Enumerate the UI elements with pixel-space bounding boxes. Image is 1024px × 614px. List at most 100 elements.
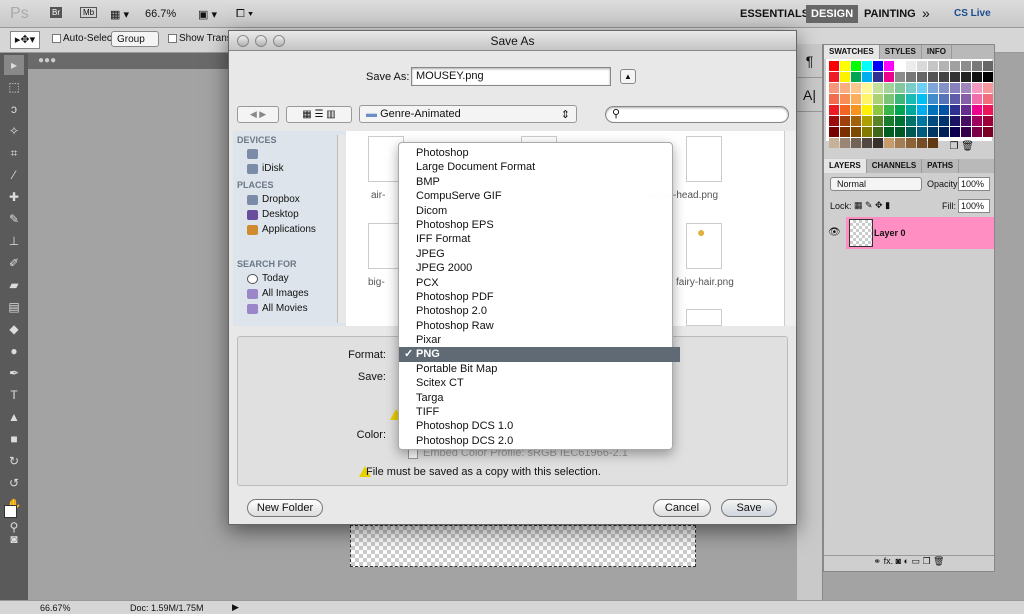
minimize-button[interactable] xyxy=(255,35,267,47)
color-swatch[interactable] xyxy=(829,138,839,148)
auto-select-checkbox[interactable] xyxy=(52,34,61,43)
color-swatch[interactable] xyxy=(873,94,883,104)
color-swatch[interactable] xyxy=(906,105,916,115)
color-swatch[interactable] xyxy=(873,127,883,137)
color-swatch[interactable] xyxy=(917,94,927,104)
color-swatch[interactable] xyxy=(884,94,894,104)
color-swatch[interactable] xyxy=(873,72,883,82)
more-workspaces-button[interactable]: » xyxy=(922,5,930,21)
color-swatch[interactable] xyxy=(961,116,971,126)
color-swatch[interactable] xyxy=(829,127,839,137)
visibility-eye-icon[interactable]: 👁 xyxy=(828,227,841,238)
file-name[interactable]: air- xyxy=(371,190,385,201)
color-swatch[interactable] xyxy=(950,127,960,137)
color-swatch[interactable] xyxy=(862,94,872,104)
color-swatch[interactable] xyxy=(906,83,916,93)
sidebar-item-desktop[interactable]: Desktop xyxy=(233,207,346,222)
path-select-tool-icon[interactable]: ▲ xyxy=(4,407,24,427)
fill-input[interactable]: 100% xyxy=(958,199,990,213)
format-option-photoshop-pdf[interactable]: Photoshop PDF xyxy=(399,290,672,304)
document-canvas[interactable] xyxy=(350,525,696,567)
format-option-portable-bit-map[interactable]: Portable Bit Map xyxy=(399,362,672,376)
3d-rotate-tool-icon[interactable]: ↻ xyxy=(4,451,24,471)
workspace-painting[interactable]: PAINTING xyxy=(864,8,916,20)
lock-icons[interactable]: ▦ ✎ ✥ ▮ xyxy=(854,200,890,211)
color-swatch[interactable] xyxy=(840,127,850,137)
color-swatch[interactable] xyxy=(851,83,861,93)
crop-tool-icon[interactable]: ⌗ xyxy=(4,143,24,163)
format-option-photoshop-raw[interactable]: Photoshop Raw xyxy=(399,319,672,333)
format-option-compuserve-gif[interactable]: CompuServe GIF xyxy=(399,189,672,203)
color-swatch[interactable] xyxy=(939,127,949,137)
view-mode-buttons[interactable]: ▦ ☰ ▥ xyxy=(286,106,352,123)
mini-bridge-button[interactable]: Mb xyxy=(80,7,98,18)
color-swatch[interactable] xyxy=(829,116,839,126)
file-name[interactable]: fairy-hair.png xyxy=(676,277,734,288)
color-swatch[interactable] xyxy=(873,83,883,93)
new-folder-button[interactable]: New Folder xyxy=(247,499,323,517)
color-swatch[interactable] xyxy=(895,105,905,115)
color-swatch[interactable] xyxy=(939,94,949,104)
search-field[interactable]: ⚲ xyxy=(605,106,789,123)
color-swatch[interactable] xyxy=(950,94,960,104)
color-swatch[interactable] xyxy=(862,83,872,93)
cancel-button[interactable]: Cancel xyxy=(653,499,711,517)
tab-layers[interactable]: LAYERS xyxy=(824,159,867,173)
sidebar-item-idisk[interactable]: iDisk xyxy=(233,161,346,176)
color-swatch[interactable] xyxy=(884,72,894,82)
color-swatch[interactable] xyxy=(961,83,971,93)
healing-brush-tool-icon[interactable]: ✚ xyxy=(4,187,24,207)
color-swatch[interactable] xyxy=(840,94,850,104)
sidebar-item-applications[interactable]: Applications xyxy=(233,222,346,237)
file-thumbnail[interactable] xyxy=(686,309,722,326)
layers-panel-actions[interactable]: ⚭ fx. ◙ ◐ ▭ ❐ 🗑 xyxy=(824,555,994,571)
color-swatch[interactable] xyxy=(917,61,927,71)
shape-tool-icon[interactable]: ■ xyxy=(4,429,24,449)
color-swatch[interactable] xyxy=(917,105,927,115)
color-swatch[interactable] xyxy=(829,105,839,115)
color-swatch[interactable] xyxy=(972,83,982,93)
tab-paths[interactable]: PATHS xyxy=(922,159,960,173)
color-swatch[interactable] xyxy=(950,83,960,93)
3d-orbit-tool-icon[interactable]: ↺ xyxy=(4,473,24,493)
color-swatch[interactable] xyxy=(873,105,883,115)
sidebar-item-dropbox[interactable]: Dropbox xyxy=(233,192,346,207)
color-swatch[interactable] xyxy=(906,94,916,104)
color-swatch[interactable] xyxy=(862,72,872,82)
color-swatch[interactable] xyxy=(840,83,850,93)
format-option-pcx[interactable]: PCX xyxy=(399,276,672,290)
pen-tool-icon[interactable]: ✒ xyxy=(4,363,24,383)
format-option-jpeg-2000[interactable]: JPEG 2000 xyxy=(399,261,672,275)
color-swatch[interactable] xyxy=(906,138,916,148)
show-transform-checkbox[interactable] xyxy=(168,34,177,43)
embed-color-profile-checkbox[interactable] xyxy=(408,449,418,459)
color-swatch[interactable] xyxy=(829,83,839,93)
color-swatch[interactable] xyxy=(884,138,894,148)
format-option-png[interactable]: ✓ PNG xyxy=(399,347,680,362)
zoom-button[interactable] xyxy=(273,35,285,47)
color-swatch[interactable] xyxy=(928,72,938,82)
color-swatch[interactable] xyxy=(917,127,927,137)
color-swatch[interactable] xyxy=(928,138,938,148)
color-swatch[interactable] xyxy=(895,138,905,148)
color-swatch[interactable] xyxy=(851,138,861,148)
color-swatch[interactable] xyxy=(928,116,938,126)
color-swatch[interactable] xyxy=(961,72,971,82)
blend-mode-dropdown[interactable]: Normal xyxy=(830,177,922,191)
color-swatch[interactable] xyxy=(972,127,982,137)
color-swatch[interactable] xyxy=(884,83,894,93)
color-swatch[interactable] xyxy=(862,138,872,148)
sidebar-item-today[interactable]: Today xyxy=(233,271,346,286)
filename-input[interactable]: MOUSEY.png xyxy=(411,67,611,86)
color-swatch[interactable] xyxy=(895,127,905,137)
color-swatch[interactable] xyxy=(862,61,872,71)
color-swatch[interactable] xyxy=(840,138,850,148)
color-swatch[interactable] xyxy=(840,72,850,82)
workspace-design[interactable]: DESIGN xyxy=(806,5,859,23)
color-swatch[interactable] xyxy=(961,105,971,115)
cs-live-button[interactable]: CS Live xyxy=(954,8,991,19)
color-swatch[interactable] xyxy=(961,94,971,104)
format-option-photoshop-eps[interactable]: Photoshop EPS xyxy=(399,218,672,232)
color-swatch[interactable] xyxy=(983,105,993,115)
color-swatch[interactable] xyxy=(906,127,916,137)
